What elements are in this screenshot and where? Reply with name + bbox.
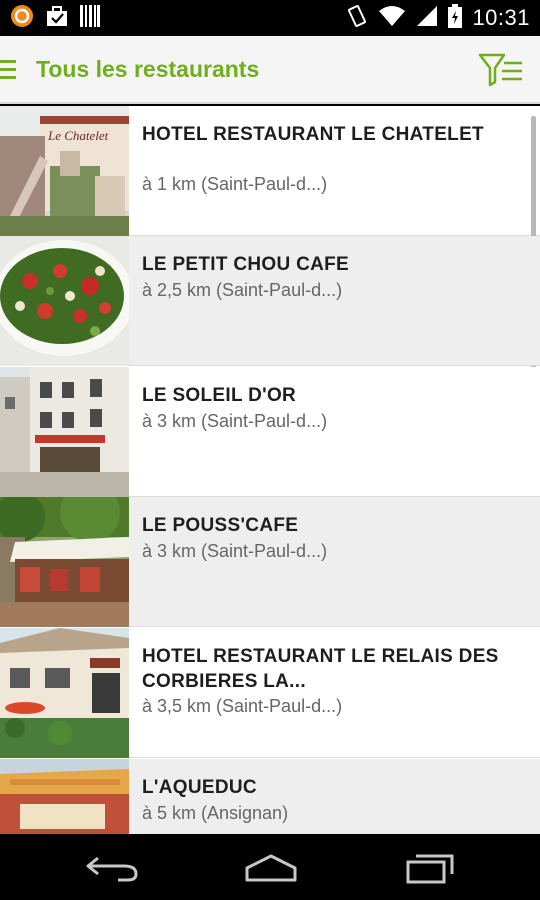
restaurant-photo xyxy=(0,628,129,758)
app-bar: Tous les restaurants xyxy=(0,36,540,104)
home-icon[interactable] xyxy=(241,852,301,884)
list-item[interactable]: LE POUSS'CAFE à 3 km (Saint-Paul-d...) xyxy=(0,497,540,627)
list-item[interactable]: L'AQUEDUC à 5 km (Ansignan) xyxy=(0,759,540,834)
status-bar: 10:31 xyxy=(0,0,540,36)
barcode-icon xyxy=(80,5,100,31)
restaurant-photo xyxy=(0,236,129,366)
nav-bar xyxy=(0,834,540,900)
list-item[interactable]: LE PETIT CHOU CAFE à 2,5 km (Saint-Paul-… xyxy=(0,236,540,366)
list-item[interactable]: Le Chatelet HOTEL RESTAURANT LE CHATELET… xyxy=(0,106,540,416)
restaurant-distance: à 5 km (Ansignan) xyxy=(142,803,289,823)
restaurant-list[interactable]: Le Chatelet HOTEL RESTAURANT LE CHATELET… xyxy=(0,106,540,834)
restaurant-name: HOTEL RESTAURANT LE CHATELET xyxy=(142,124,484,145)
restaurant-photo xyxy=(0,759,129,834)
wifi-icon xyxy=(378,5,406,31)
notification-circle-icon xyxy=(10,4,34,32)
list-item[interactable]: LE SOLEIL D'OR à 3 km (Saint-Paul-d...) xyxy=(0,367,540,497)
restaurant-distance: à 1 km (Saint-Paul-d...) xyxy=(142,174,328,194)
battery-icon xyxy=(448,4,463,32)
restaurant-distance: à 2,5 km (Saint-Paul-d...) xyxy=(142,280,343,300)
restaurant-name: LE POUSS'CAFE xyxy=(142,515,299,536)
list-item[interactable]: HOTEL RESTAURANT LE RELAIS DES CORBIERES… xyxy=(0,628,540,758)
back-icon[interactable] xyxy=(82,852,142,884)
filter-list-icon[interactable] xyxy=(478,52,526,88)
signal-icon xyxy=(416,5,438,31)
page-title: Tous les restaurants xyxy=(36,56,260,82)
hamburger-icon[interactable] xyxy=(0,60,16,80)
restaurant-name: LE PETIT CHOU CAFE xyxy=(142,254,350,275)
restaurant-distance: à 3,5 km (Saint-Paul-d...) xyxy=(142,696,343,716)
restaurant-distance: à 3 km (Saint-Paul-d...) xyxy=(142,541,328,561)
vibrate-icon xyxy=(346,4,368,32)
restaurant-photo xyxy=(0,497,129,627)
restaurant-name: L'AQUEDUC xyxy=(142,777,257,798)
status-time: 10:31 xyxy=(472,5,530,30)
restaurant-name: HOTEL RESTAURANT LE RELAIS DES CORBIERES… xyxy=(142,646,499,692)
thumb-logo-text: Le Chatelet xyxy=(47,128,109,143)
restaurant-distance: à 3 km (Saint-Paul-d...) xyxy=(142,411,328,431)
restaurant-photo: Le Chatelet xyxy=(0,106,129,236)
restaurant-name: LE SOLEIL D'OR xyxy=(142,385,297,406)
restaurant-photo xyxy=(0,367,129,497)
briefcase-icon xyxy=(46,5,68,31)
recent-apps-icon[interactable] xyxy=(400,852,460,884)
